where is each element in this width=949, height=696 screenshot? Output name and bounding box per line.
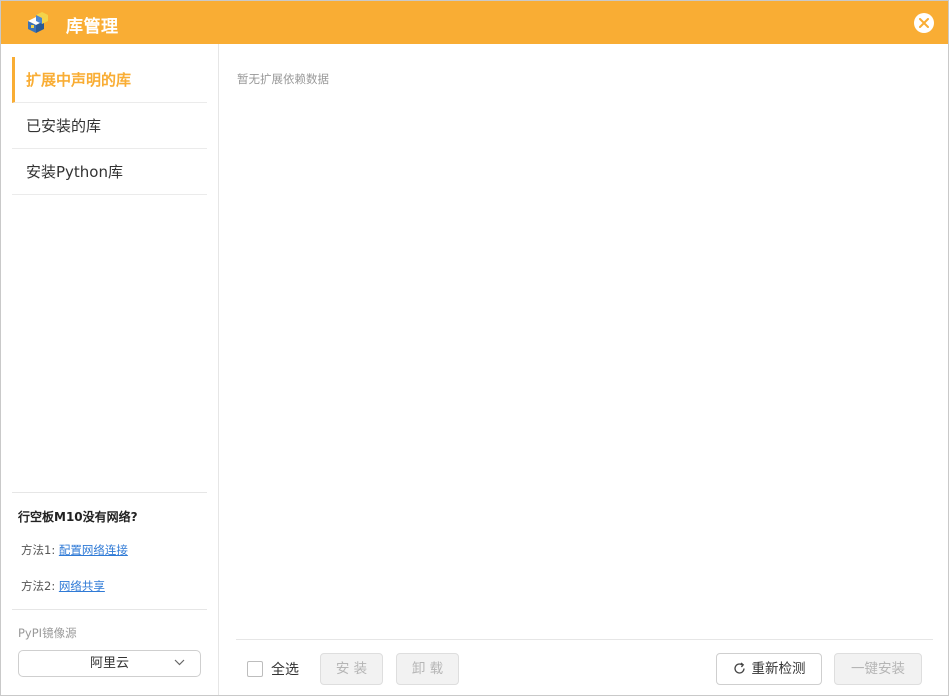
close-button[interactable] [914, 13, 934, 33]
no-network-help-title: 行空板M10没有网络? [18, 510, 138, 524]
mirror-divider [12, 609, 207, 610]
mirror-selected-value: 阿里云 [89, 656, 129, 671]
pypi-mirror-label: PyPI镜像源 [18, 626, 77, 640]
uninstall-button[interactable]: 卸 载 [396, 653, 459, 685]
recheck-button[interactable]: 重新检测 [716, 653, 822, 685]
title-bar: 库管理 [1, 1, 948, 44]
sidebar: 扩展中声明的库 已安装的库 安装Python库 行空板M10没有网络? 方法1:… [1, 44, 219, 695]
refresh-icon [733, 662, 745, 674]
select-all-label[interactable]: 全选 [271, 659, 299, 679]
sidebar-item-install-python-library[interactable]: 安装Python库 [12, 149, 207, 195]
footer-divider [236, 639, 933, 640]
window-title: 库管理 [66, 17, 119, 37]
help-method-2: 方法2: 网络共享 [21, 578, 105, 594]
network-sharing-link[interactable]: 网络共享 [59, 579, 105, 593]
select-all-checkbox[interactable] [247, 661, 263, 677]
close-icon [919, 18, 929, 28]
one-click-install-button[interactable]: 一键安装 [834, 653, 922, 685]
method-2-prefix: 方法2: [21, 579, 56, 593]
python-cube-icon [24, 11, 52, 35]
sidebar-item-installed-libraries[interactable]: 已安装的库 [12, 103, 207, 149]
chevron-down-icon [174, 659, 185, 666]
sidebar-item-declared-libraries[interactable]: 扩展中声明的库 [12, 57, 207, 103]
help-method-1: 方法1: 配置网络连接 [21, 542, 128, 558]
pypi-mirror-select[interactable]: 阿里云 [18, 650, 201, 677]
main-panel: 暂无扩展依赖数据 全选 安 装 卸 载 重新检测 一键安装 [220, 44, 948, 695]
method-1-prefix: 方法1: [21, 543, 56, 557]
empty-state-text: 暂无扩展依赖数据 [237, 72, 329, 86]
library-manager-window: 库管理 扩展中声明的库 已安装的库 安装Python库 行空板M10没有网络? … [0, 0, 949, 696]
recheck-label: 重新检测 [751, 661, 806, 677]
install-button[interactable]: 安 装 [320, 653, 383, 685]
help-divider [12, 492, 207, 493]
configure-network-link[interactable]: 配置网络连接 [59, 543, 128, 557]
